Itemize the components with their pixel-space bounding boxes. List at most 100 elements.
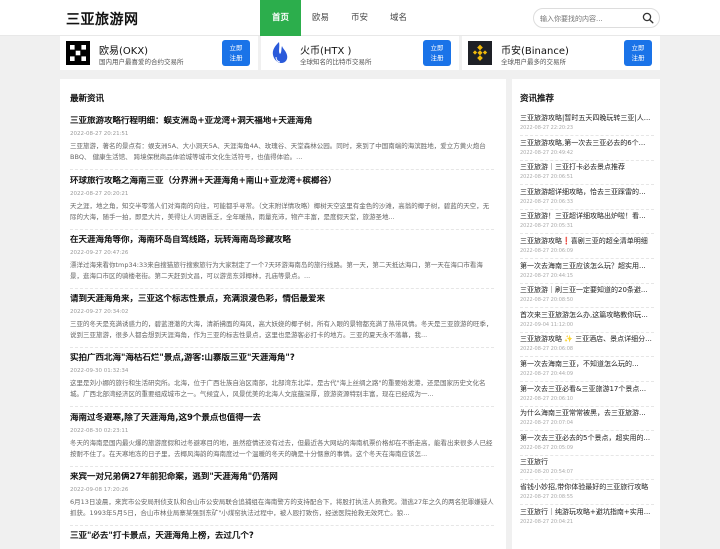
recommend-title-link[interactable]: 三亚旅游攻略,第一次去三亚必去的6个...	[520, 138, 654, 148]
search-input[interactable]	[540, 11, 636, 26]
register-button-label: 立即 注册	[430, 44, 444, 62]
recommend-time: 2022-08-27 20:06:33	[520, 198, 574, 205]
news-time: 2022-09-27 20:47:26	[70, 250, 129, 256]
recommend-item: 首次来三亚旅游怎么办,这篇攻略教你玩... 2022-09-04 11:12:00	[520, 310, 654, 329]
recommend-time: 2022-08-27 20:49:42	[520, 149, 574, 156]
news-title-link[interactable]: 在天涯海角等你，海南环岛自驾线路，玩转海南岛珍藏攻略	[70, 235, 494, 246]
register-button[interactable]: 立即 注册	[624, 40, 652, 66]
latest-news-panel: 最新资讯 三亚旅游攻略行程明细：蜈支洲岛+亚龙湾+洞天福地+天涯海角 2022-…	[60, 79, 506, 549]
recommend-item: 三亚旅游！三亚超详细攻略出炉啦！看... 2022-08-27 20:05:31	[520, 211, 654, 230]
recommend-time: 2022-08-27 20:08:50	[520, 297, 574, 304]
recommend-time: 2022-08-27 20:06:08	[520, 346, 574, 353]
recommend-title-link[interactable]: 三亚旅游攻略 ✨ 三亚酒店、景点详细分...	[520, 334, 654, 344]
divider	[520, 135, 654, 136]
divider	[70, 525, 494, 526]
section-title: 资讯推荐	[520, 94, 555, 104]
divider	[70, 288, 494, 289]
recommend-title-link[interactable]: 三亚旅行｜纯游玩攻略+避坑指南+实用...	[520, 507, 654, 517]
recommend-title-link[interactable]: 第一次去海南三亚，不知道怎么玩的...	[520, 359, 654, 369]
recommend-title-link[interactable]: 三亚旅行	[520, 457, 654, 467]
recommend-title-link[interactable]: 三亚旅游超详细攻略，恰去三亚踩雷的...	[520, 187, 654, 197]
nav-home[interactable]: 首页	[260, 0, 302, 36]
news-item: 环球旅行攻略之海南三亚（分界洲+天涯海角+南山+亚龙湾+槟榔谷） 2022-08…	[70, 176, 494, 222]
recommend-time: 2022-08-27 20:06:51	[520, 174, 574, 181]
divider	[520, 381, 654, 382]
divider	[520, 258, 654, 259]
recommend-item: 第一次去海南三亚应该怎么玩？超实用... 2022-08-27 20:44:15	[520, 261, 654, 280]
exchange-card-htx[interactable]: 火币(HTX ) 全球知名的比特币交易所 立即 注册	[261, 36, 459, 70]
news-title-link[interactable]: 请到天涯海角来，三亚这个标志性景点，充满浪漫色彩，情侣最爱来	[70, 294, 494, 305]
divider	[520, 159, 654, 161]
news-summary: 三亚的冬天是充满诱惑力的，碧蓝澄澈的大海，清新拂面的海风，高大妖娆的椰子树，所有…	[70, 320, 493, 339]
recommend-time: 2022-08-27 20:04:21	[520, 518, 574, 525]
divider	[70, 229, 494, 230]
news-title-link[interactable]: 环球旅行攻略之海南三亚（分界洲+天涯海角+南山+亚龙湾+槟榔谷）	[70, 176, 494, 187]
divider	[520, 356, 654, 358]
recommend-item: 三亚旅游｜三亚打卡必去景点推荐 2022-08-27 20:06:51	[520, 162, 654, 181]
recommend-title-link[interactable]: 第一次去三亚必看&三亚旅游17个景点...	[520, 384, 654, 394]
register-button-label: 立即 注册	[631, 44, 645, 62]
news-summary: 冬天的海南是国内最火爆的旅游度假和过冬避寒目的地，虽然疫情还没有过去，但最近各大…	[70, 439, 493, 458]
recommend-title-link[interactable]: 三亚旅游｜刷三亚一定要知道的20条避...	[520, 285, 654, 295]
news-time: 2022-08-30 02:23:11	[70, 428, 129, 434]
recommend-item: 为什么海南三亚常常被黑，去三亚旅游... 2022-08-27 20:07:04	[520, 408, 654, 427]
register-button[interactable]: 立即 注册	[222, 40, 250, 66]
news-time: 2022-09-08 17:20:26	[70, 487, 129, 493]
recommend-item: 三亚旅游攻略|暂时五天四晚玩转三亚|人... 2022-08-27 22:20:2…	[520, 113, 654, 132]
site-logo[interactable]: 三亚旅游网	[66, 9, 139, 29]
recommend-item: 第一次去海南三亚，不知道怎么玩的... 2022-08-27 20:44:09	[520, 359, 654, 378]
news-item: 海南过冬避寒,除了天涯海角,这9个景点也值得一去 2022-08-30 02:2…	[70, 413, 494, 459]
recommend-title-link[interactable]: 为什么海南三亚常常被黑，去三亚旅游...	[520, 408, 654, 418]
nav-okx[interactable]: 欧易	[301, 0, 340, 36]
recommend-time: 2022-08-27 20:07:04	[520, 420, 574, 427]
recommend-title-link[interactable]: 三亚旅游攻略|暂时五天四晚玩转三亚|人...	[520, 113, 654, 123]
section-title: 最新资讯	[70, 94, 105, 104]
recommend-item: 第一次去三亚必去的5个景点，超实用的... 2022-08-27 20:05:09	[520, 433, 654, 452]
register-button[interactable]: 立即 注册	[423, 40, 451, 66]
recommend-title-link[interactable]: 第一次去三亚必去的5个景点，超实用的...	[520, 433, 654, 443]
top-header: 三亚旅游网 首页 欧易 币安 域名	[0, 0, 720, 36]
exchange-desc: 全球用户最多的交易所	[501, 58, 566, 66]
exchange-cards: 欧易(OKX) 国内用户最喜爱的合约交易所 立即 注册 火币(HTX ) 全球知…	[60, 36, 660, 70]
divider	[520, 405, 654, 407]
htx-logo-icon	[267, 41, 291, 65]
news-item: 实拍广西北海"海枯石烂"景点,游客:山寨版三亚"天涯海角"? 2022-09-3…	[70, 353, 494, 399]
recommend-title-link[interactable]: 首次来三亚旅游怎么办,这篇攻略教你玩...	[520, 310, 654, 320]
divider	[520, 307, 654, 309]
news-title-link[interactable]: 海南过冬避寒,除了天涯海角,这9个景点也值得一去	[70, 413, 494, 424]
recommend-item: 第一次去三亚必看&三亚旅游17个景点... 2022-08-27 20:06:10	[520, 384, 654, 403]
recommend-title-link[interactable]: 三亚旅游！三亚超详细攻略出炉啦！看...	[520, 211, 654, 221]
divider	[520, 504, 654, 505]
exchange-name: 火币(HTX )	[300, 46, 352, 57]
nav-domain[interactable]: 域名	[379, 0, 418, 36]
recommend-time: 2022-08-27 20:06:09	[520, 248, 574, 254]
recommend-title-link[interactable]: 三亚旅游｜三亚打卡必去景点推荐	[520, 162, 654, 172]
nav-binance[interactable]: 币安	[340, 0, 379, 36]
register-button-label: 立即 注册	[229, 44, 243, 62]
search-icon[interactable]	[642, 12, 654, 24]
recommend-title-link[interactable]: 省钱小妙招,带你体验最好的三亚旅行攻略	[520, 482, 654, 492]
exchange-card-okx[interactable]: 欧易(OKX) 国内用户最喜爱的合约交易所 立即 注册	[60, 36, 258, 70]
recommend-item: 三亚旅行 2022-08-20 20:54:07	[520, 457, 654, 476]
recommend-time: 2022-08-27 20:05:31	[520, 223, 574, 230]
news-title-link[interactable]: 三亚"必去"打卡景点，天涯海角上榜，去过几个?	[70, 531, 494, 542]
search-box	[533, 8, 660, 28]
recommend-item: 三亚旅游攻略 ✨ 三亚酒店、景点详细分... 2022-08-27 20:06:0…	[520, 334, 654, 353]
news-title-link[interactable]: 实拍广西北海"海枯石烂"景点,游客:山寨版三亚"天涯海角"?	[70, 353, 494, 364]
news-summary: 6月13日凌晨，来宾市公安局刑侦支队和合山市公安局联合追捕组在海南警方的支持配合…	[70, 498, 494, 517]
recommend-title-link[interactable]: 三亚旅游攻略❗️喜剧三亚的超全清单明细	[520, 236, 654, 246]
recommend-title-link[interactable]: 第一次去海南三亚应该怎么玩？超实用...	[520, 261, 654, 271]
news-summary: 天之涯，地之角，知交半零落人们对海南的向往，可能都乎寻常。（文末附详情攻略）椰树…	[70, 202, 490, 221]
divider	[520, 208, 654, 210]
news-title-link[interactable]: 来宾一对兄弟俩27年前犯命案，逃到"天涯海角"仍落网	[70, 472, 494, 483]
recommend-time: 2022-08-27 20:44:15	[520, 272, 574, 279]
recommend-time: 2022-08-27 22:20:23	[520, 125, 574, 131]
news-title-link[interactable]: 三亚旅游攻略行程明细：蜈支洲岛+亚龙湾+洞天福地+天涯海角	[70, 116, 494, 127]
divider	[520, 479, 654, 481]
exchange-card-binance[interactable]: 币安(Binance) 全球用户最多的交易所 立即 注册	[462, 36, 660, 70]
news-time: 2022-09-30 01:32:34	[70, 368, 129, 374]
divider	[520, 430, 654, 432]
news-item: 来宾一对兄弟俩27年前犯命案，逃到"天涯海角"仍落网 2022-09-08 17…	[70, 472, 494, 518]
exchange-desc: 全球知名的比特币交易所	[300, 58, 372, 66]
divider	[70, 466, 494, 467]
